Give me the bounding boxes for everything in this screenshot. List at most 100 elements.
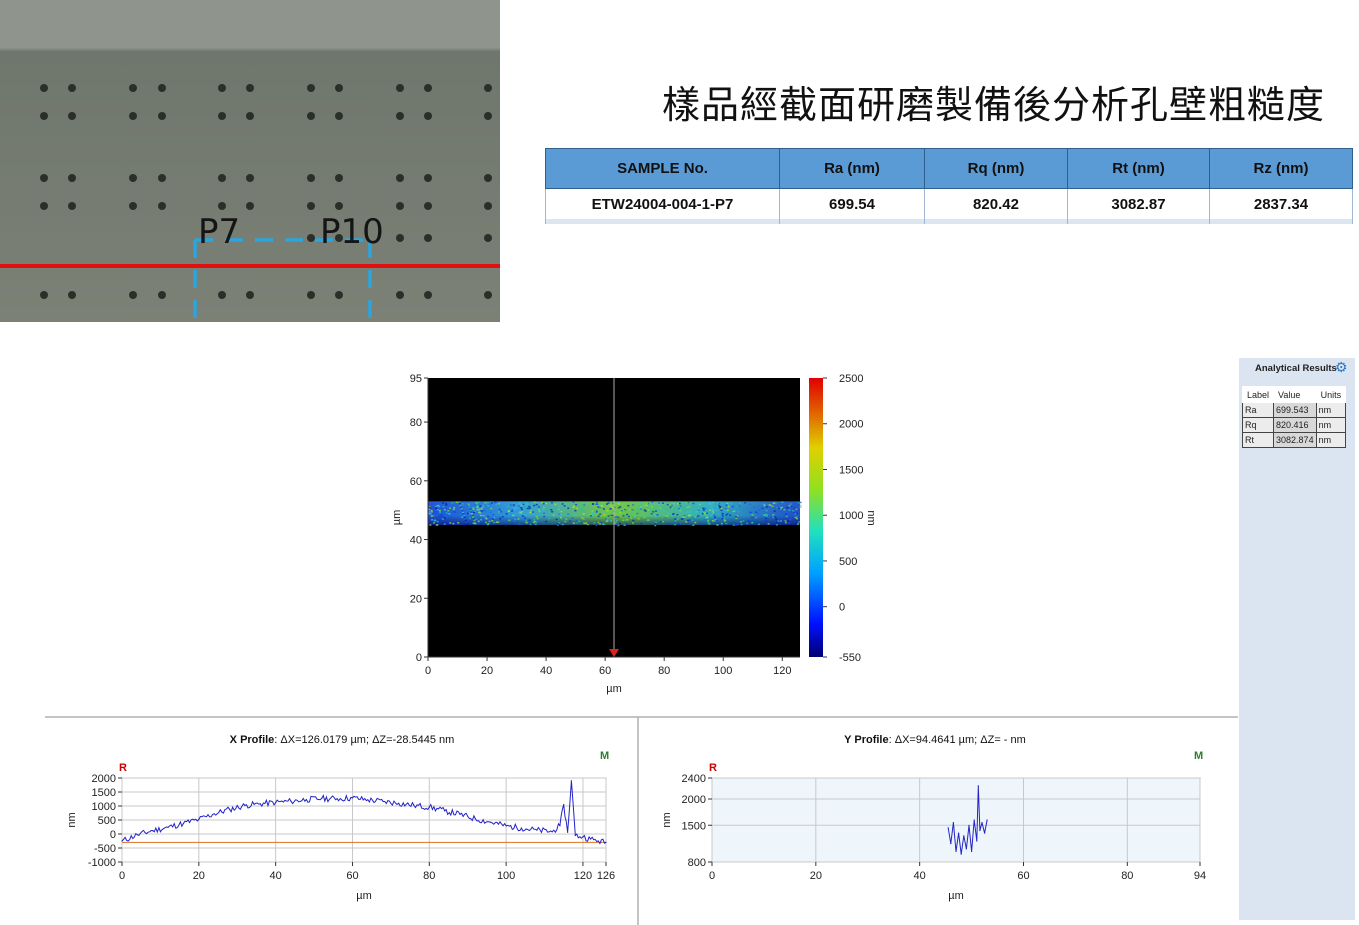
panel-cell-units: nm [1315,402,1347,418]
profile-point [952,822,955,824]
profile-point [398,802,400,804]
panel-cell-label: Ra [1241,402,1275,418]
profile-point [605,841,607,844]
profile-x-tick: 120 [574,870,592,882]
profile-point [971,850,973,853]
profile-point [955,850,957,853]
profile-point [321,797,323,800]
profile-point [167,826,169,828]
profile-point [413,804,415,807]
profile-point [336,798,338,800]
profile-x-tick: 126 [597,870,615,882]
colorbar-tick: 0 [839,602,845,614]
profile-x-label: µm [356,890,372,902]
profile-point [570,780,573,782]
profile-point [121,840,123,842]
heatmap-x-tick: 120 [773,665,791,677]
profile-x-tick: 40 [914,870,926,882]
profile-y-tick: 2000 [92,773,116,785]
profile-point [973,819,975,821]
table-row: Ra 699.543 nm [1241,402,1347,418]
profile-title: X Profile [230,734,275,746]
profile-title-detail: : ΔX=126.0179 µm; ΔZ=-28.5445 nm [274,734,454,746]
panel-cell-label: Rq [1241,417,1275,433]
profile-point [229,808,231,811]
profile-point [505,825,507,827]
svg-text:Y Profile: ΔX=94.4641 µm; ΔZ=: Y Profile: ΔX=94.4641 µm; ΔZ= - nm [844,734,1026,746]
profile-point [536,829,538,831]
profile-point [382,800,384,803]
panel-cell-units: nm [1315,432,1347,448]
profile-point [950,843,952,845]
profile-y-tick: 0 [110,829,116,841]
heatmap-x-tick: 20 [481,665,493,677]
profile-point [981,822,983,824]
heatmap-x-tick: 60 [599,665,611,677]
profile-y-label: nm [661,812,673,827]
profile-title-detail: : ΔX=94.4641 µm; ΔZ= - nm [889,734,1026,746]
profile-point [597,840,599,842]
profile-point [444,810,446,812]
profile-point [960,853,962,855]
heatmap-x-label: µm [606,683,622,695]
profile-y-tick: 500 [98,815,116,827]
heatmap-x-tick: 80 [658,665,670,677]
profile-point [290,800,292,802]
svg-text:X Profile: ΔX=126.0179 µm; ΔZ=: X Profile: ΔX=126.0179 µm; ΔZ=-28.5445 n… [230,734,455,746]
colorbar-tick: 2000 [839,419,863,431]
profile-y-tick: -500 [94,843,116,855]
table-row: Rq 820.416 nm [1241,417,1347,433]
profile-y-tick: 2400 [682,773,706,785]
heatmap-x-tick: 0 [425,665,431,677]
profile-x-tick: 94 [1194,870,1206,882]
panel-cell-units: nm [1315,417,1347,433]
profile-y-label: nm [66,812,78,827]
table-row: Rt 3082.874 nm [1241,432,1347,448]
profile-title: Y Profile [844,734,888,746]
profile-point [977,785,979,787]
colorbar-tick: 500 [839,556,857,568]
profile-point [428,806,430,808]
profile-y-tick: 1500 [92,787,116,799]
profile-y-tick: 2000 [682,794,706,806]
profile-point [965,848,968,850]
profile-x-tick: 0 [709,870,715,882]
profile-x-label: µm [948,890,964,902]
profile-point [213,813,215,815]
profile-point [958,832,960,834]
heatmap-x-tick: 40 [540,665,552,677]
profile-y-tick: 800 [688,857,706,869]
heatmap-y-label: µm [391,510,403,526]
profile-point [275,801,277,804]
profile-point [574,834,576,837]
profile-x-tick: 20 [810,870,822,882]
profile-point [986,819,988,821]
heatmap-y-tick: 0 [416,652,422,664]
profile-point [259,803,261,805]
analytical-results-table: Label Value Units Ra 699.543 nm Rq 820.4… [1241,386,1347,448]
profile-point [490,821,492,823]
profile-point [367,799,369,801]
profile-x-tick: 60 [1017,870,1029,882]
profile-point [968,824,970,826]
profile-point [947,827,949,829]
profile-point [963,835,965,837]
panel-cell-value: 820.416 [1273,417,1317,433]
heatmap-y-tick: 20 [410,593,422,605]
colorbar-tick: -550 [839,652,861,664]
panel-title: Analytical Results [1255,363,1337,374]
gear-icon[interactable]: ⚙ [1335,359,1348,376]
profile-x-tick: 40 [270,870,282,882]
profile-point [351,797,354,799]
marker-r: R [709,762,717,774]
profile-point [182,822,185,825]
marker-r: R [119,762,127,774]
profile-y-tick: -1000 [88,857,116,869]
profile-point [152,830,154,832]
profile-point [459,813,461,816]
profile-point [520,827,523,829]
panel-cell-value: 699.543 [1273,402,1317,418]
profile-point [563,804,565,806]
profile-point [582,836,584,838]
profile-point [979,829,981,832]
